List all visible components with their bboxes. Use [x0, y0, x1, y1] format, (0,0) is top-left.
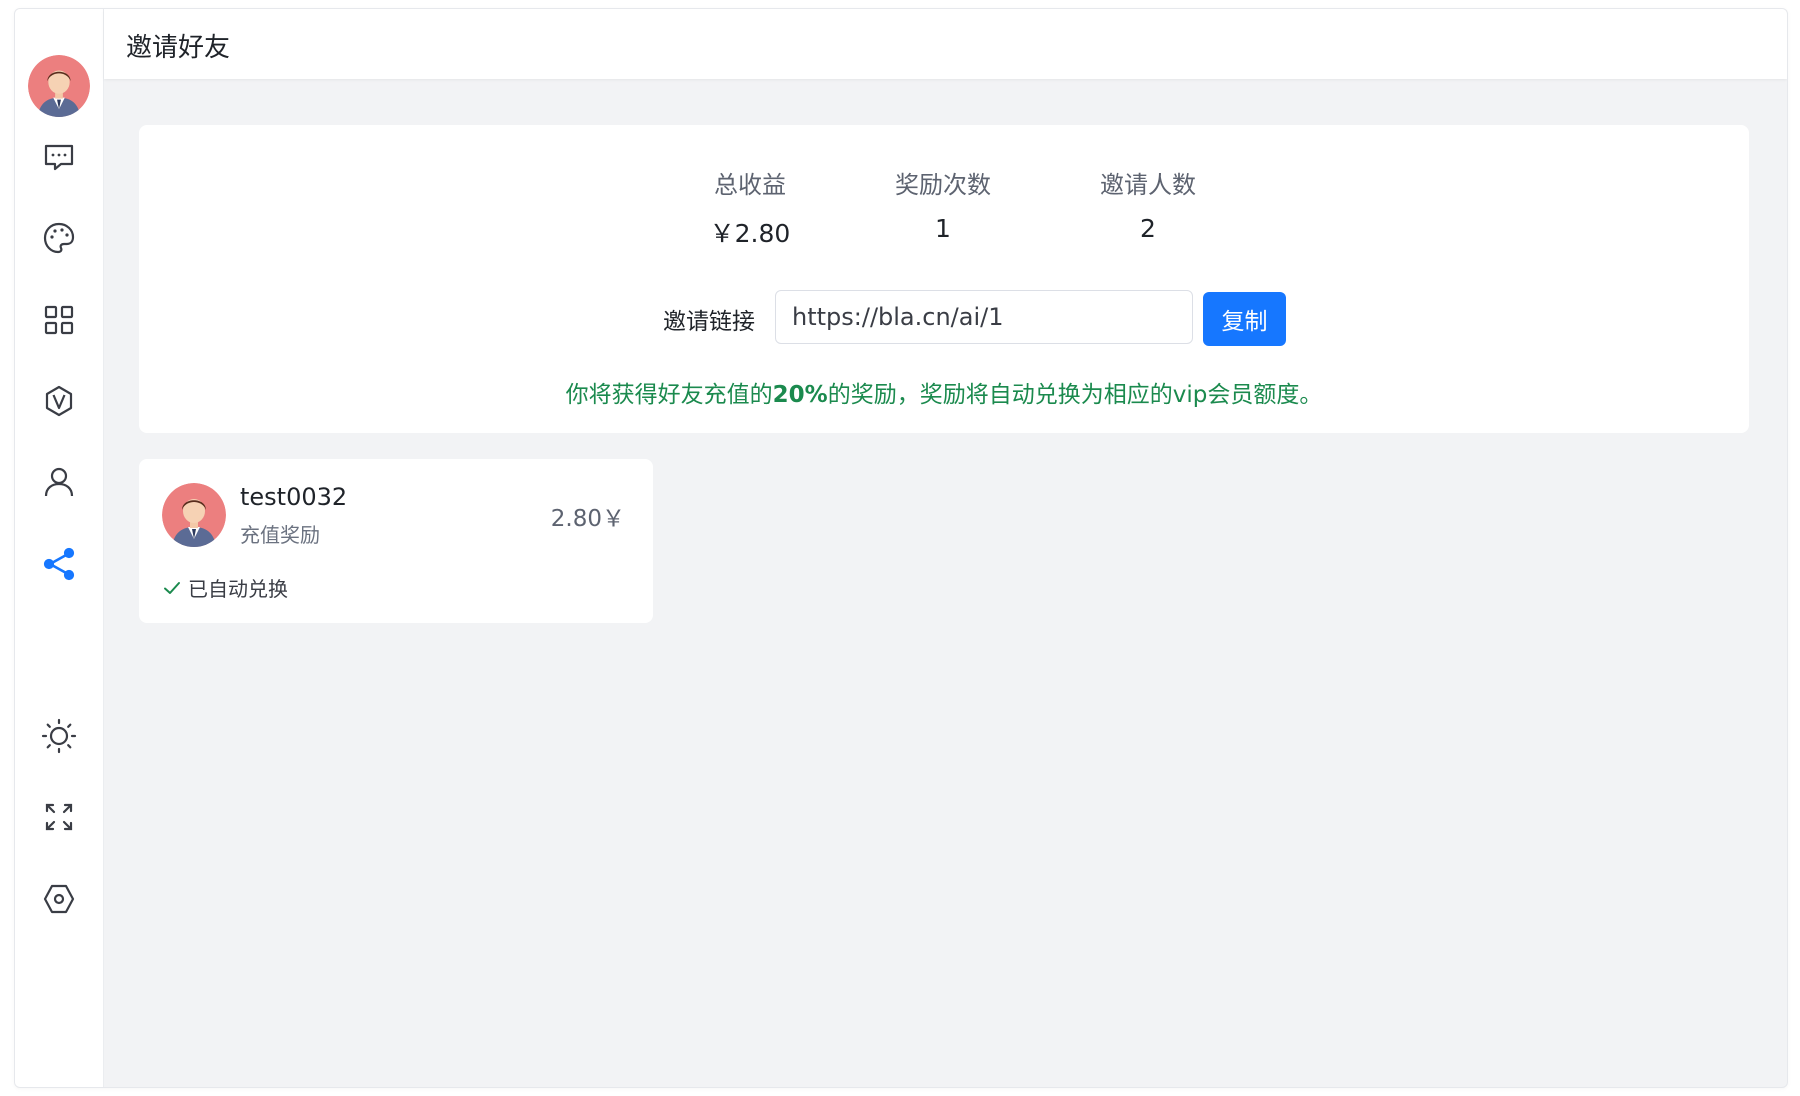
nav-user[interactable]: [35, 458, 83, 506]
stat-value: ￥2.80: [709, 219, 791, 248]
user-icon: [44, 467, 74, 497]
stat-reward-count: 奖励次数 1: [858, 165, 1028, 243]
reward-status: 已自动兑换: [162, 573, 288, 602]
vip-icon: [45, 385, 73, 417]
stat-invite-count: 邀请人数 2: [1063, 165, 1233, 243]
user-avatar[interactable]: [28, 55, 90, 117]
nav-chat[interactable]: [35, 133, 83, 181]
stat-value: 2: [1140, 214, 1156, 243]
fullscreen-icon: [45, 803, 73, 831]
stat-label: 邀请人数: [1100, 171, 1196, 199]
page-title: 邀请好友: [126, 33, 231, 63]
reward-note-after: 的奖励，奖励将自动兑换为相应的vip会员额度。: [827, 382, 1323, 408]
reward-amount: 2.80￥: [550, 506, 625, 532]
palette-icon: [43, 222, 75, 254]
invite-summary-card: 总收益 ￥2.80 奖励次数 1 邀请人数 2 邀请链接 复制 你将获得好友充值…: [139, 125, 1749, 433]
fullscreen-button[interactable]: [35, 793, 83, 841]
nav-apps[interactable]: [35, 296, 83, 344]
check-icon: [164, 581, 180, 594]
sidebar: [15, 9, 104, 1087]
nav-vip[interactable]: [35, 377, 83, 425]
reward-record-card: test0032 充值奖励 2.80￥ 已自动兑换: [139, 459, 653, 623]
nav-palette[interactable]: [35, 214, 83, 262]
settings-button[interactable]: [35, 875, 83, 923]
invite-link-label: 邀请链接: [663, 309, 755, 335]
theme-toggle[interactable]: [35, 712, 83, 760]
stat-label: 奖励次数: [895, 171, 991, 199]
friend-name: test0032: [240, 483, 348, 511]
reward-status-text: 已自动兑换: [188, 577, 288, 601]
copy-button[interactable]: 复制: [1203, 292, 1286, 346]
main-content: 邀请好友 总收益 ￥2.80 奖励次数 1 邀请人数 2 邀请链接 复制 你将获…: [104, 9, 1787, 1087]
chat-icon: [44, 144, 74, 171]
friend-avatar: [162, 483, 226, 547]
stat-label: 总收益: [714, 171, 786, 199]
reward-note-percent: 20%: [772, 382, 828, 408]
page-header: 邀请好友: [104, 9, 1787, 79]
invite-link-input[interactable]: [775, 290, 1193, 344]
app-window: 邀请好友 总收益 ￥2.80 奖励次数 1 邀请人数 2 邀请链接 复制 你将获…: [14, 8, 1788, 1088]
share-icon: [43, 547, 75, 581]
stat-total-earnings: 总收益 ￥2.80: [665, 165, 835, 250]
grid-icon: [44, 305, 74, 335]
sun-icon: [41, 718, 77, 754]
nav-share[interactable]: [35, 540, 83, 588]
stat-value: 1: [935, 214, 951, 243]
reward-type: 充值奖励: [240, 523, 320, 547]
settings-icon: [43, 884, 75, 914]
reward-note-before: 你将获得好友充值的: [565, 382, 773, 408]
reward-note: 你将获得好友充值的20%的奖励，奖励将自动兑换为相应的vip会员额度。: [139, 375, 1749, 409]
